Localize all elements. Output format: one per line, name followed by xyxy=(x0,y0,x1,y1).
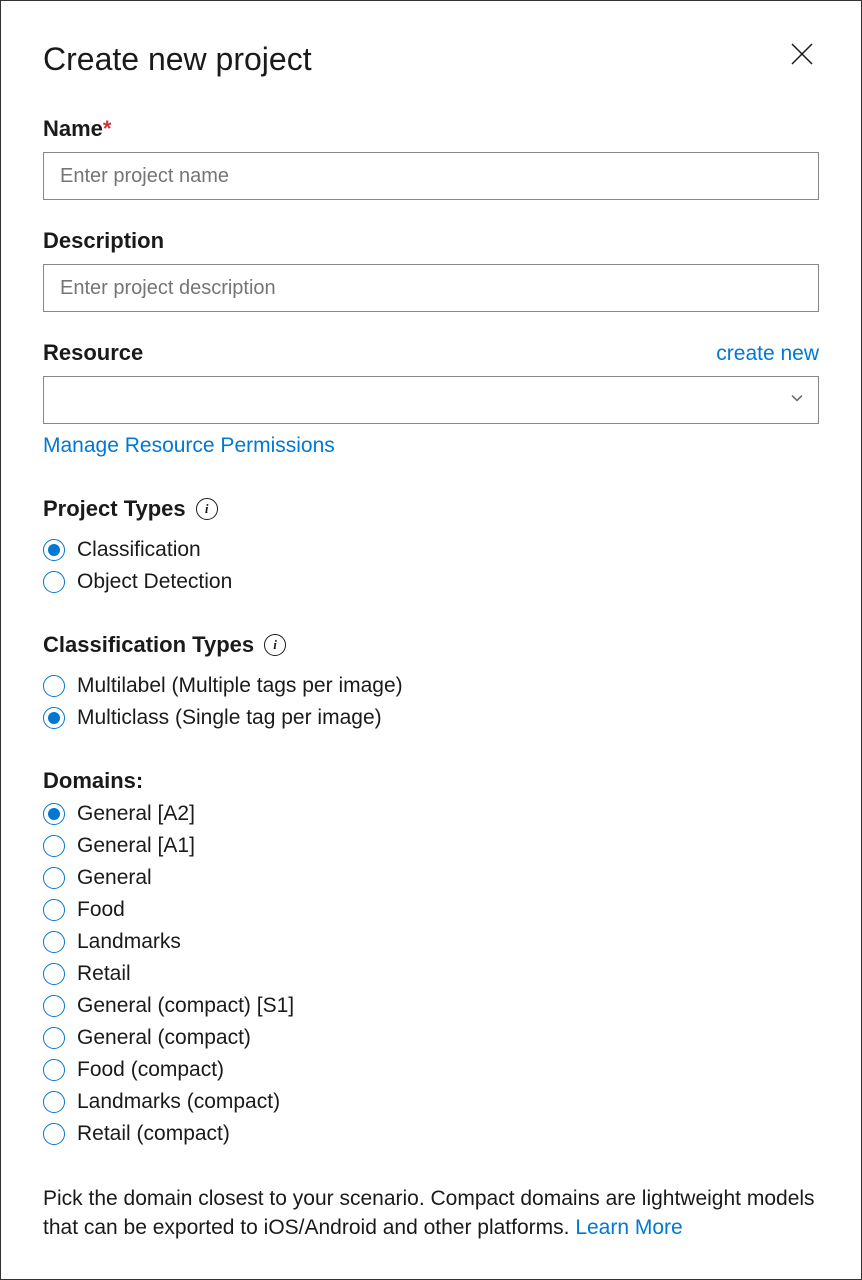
project-type-option-label: Classification xyxy=(77,538,201,562)
radio-icon xyxy=(43,803,65,825)
radio-icon xyxy=(43,867,65,889)
domain-option-label: Retail xyxy=(77,962,131,986)
domain-option-label: General (compact) [S1] xyxy=(77,994,294,1018)
project-type-option[interactable]: Object Detection xyxy=(43,570,819,594)
description-label: Description xyxy=(43,228,819,254)
classification-type-option-label: Multilabel (Multiple tags per image) xyxy=(77,674,403,698)
radio-icon xyxy=(43,931,65,953)
radio-icon xyxy=(43,963,65,985)
domain-option[interactable]: Landmarks xyxy=(43,930,819,954)
create-new-resource-link[interactable]: create new xyxy=(716,342,819,366)
radio-icon xyxy=(43,899,65,921)
domain-option-label: Food (compact) xyxy=(77,1058,224,1082)
name-input[interactable] xyxy=(43,152,819,200)
radio-icon xyxy=(43,995,65,1017)
classification-types-heading: Classification Types xyxy=(43,632,254,658)
classification-type-option[interactable]: Multilabel (Multiple tags per image) xyxy=(43,674,819,698)
domain-option[interactable]: General (compact) [S1] xyxy=(43,994,819,1018)
radio-icon xyxy=(43,1123,65,1145)
domain-option[interactable]: Food xyxy=(43,898,819,922)
domain-option-label: General [A2] xyxy=(77,802,195,826)
info-icon[interactable]: i xyxy=(264,634,286,656)
learn-more-link[interactable]: Learn More xyxy=(575,1216,682,1239)
domain-option-label: Landmarks xyxy=(77,930,181,954)
resource-select[interactable] xyxy=(43,376,819,424)
domain-option-label: General xyxy=(77,866,152,890)
name-label: Name* xyxy=(43,116,819,142)
classification-type-option[interactable]: Multiclass (Single tag per image) xyxy=(43,706,819,730)
resource-label: Resource xyxy=(43,340,143,366)
radio-icon xyxy=(43,675,65,697)
required-marker: * xyxy=(103,116,112,141)
domain-option-label: Food xyxy=(77,898,125,922)
radio-icon xyxy=(43,1027,65,1049)
classification-type-option-label: Multiclass (Single tag per image) xyxy=(77,706,382,730)
manage-resource-permissions-link[interactable]: Manage Resource Permissions xyxy=(43,434,335,458)
domain-option[interactable]: Retail xyxy=(43,962,819,986)
dialog-title: Create new project xyxy=(43,41,312,78)
radio-icon xyxy=(43,707,65,729)
project-types-heading: Project Types xyxy=(43,496,186,522)
project-type-option-label: Object Detection xyxy=(77,570,232,594)
domain-option[interactable]: Food (compact) xyxy=(43,1058,819,1082)
domain-option[interactable]: General [A2] xyxy=(43,802,819,826)
project-type-option[interactable]: Classification xyxy=(43,538,819,562)
domains-helper-text: Pick the domain closest to your scenario… xyxy=(43,1184,819,1243)
domain-option[interactable]: Landmarks (compact) xyxy=(43,1090,819,1114)
domain-option[interactable]: General (compact) xyxy=(43,1026,819,1050)
radio-icon xyxy=(43,539,65,561)
info-icon[interactable]: i xyxy=(196,498,218,520)
close-button[interactable] xyxy=(785,37,819,71)
domain-option-label: General (compact) xyxy=(77,1026,251,1050)
domains-heading: Domains: xyxy=(43,768,819,794)
domain-option-label: General [A1] xyxy=(77,834,195,858)
radio-icon xyxy=(43,571,65,593)
domain-option[interactable]: General xyxy=(43,866,819,890)
domain-option-label: Retail (compact) xyxy=(77,1122,230,1146)
radio-icon xyxy=(43,1091,65,1113)
close-icon xyxy=(789,41,815,67)
domain-option-label: Landmarks (compact) xyxy=(77,1090,280,1114)
domain-option[interactable]: Retail (compact) xyxy=(43,1122,819,1146)
dialog-content[interactable]: Create new project Name* Description Res… xyxy=(1,1,861,1279)
radio-icon xyxy=(43,835,65,857)
radio-icon xyxy=(43,1059,65,1081)
description-input[interactable] xyxy=(43,264,819,312)
domain-option[interactable]: General [A1] xyxy=(43,834,819,858)
